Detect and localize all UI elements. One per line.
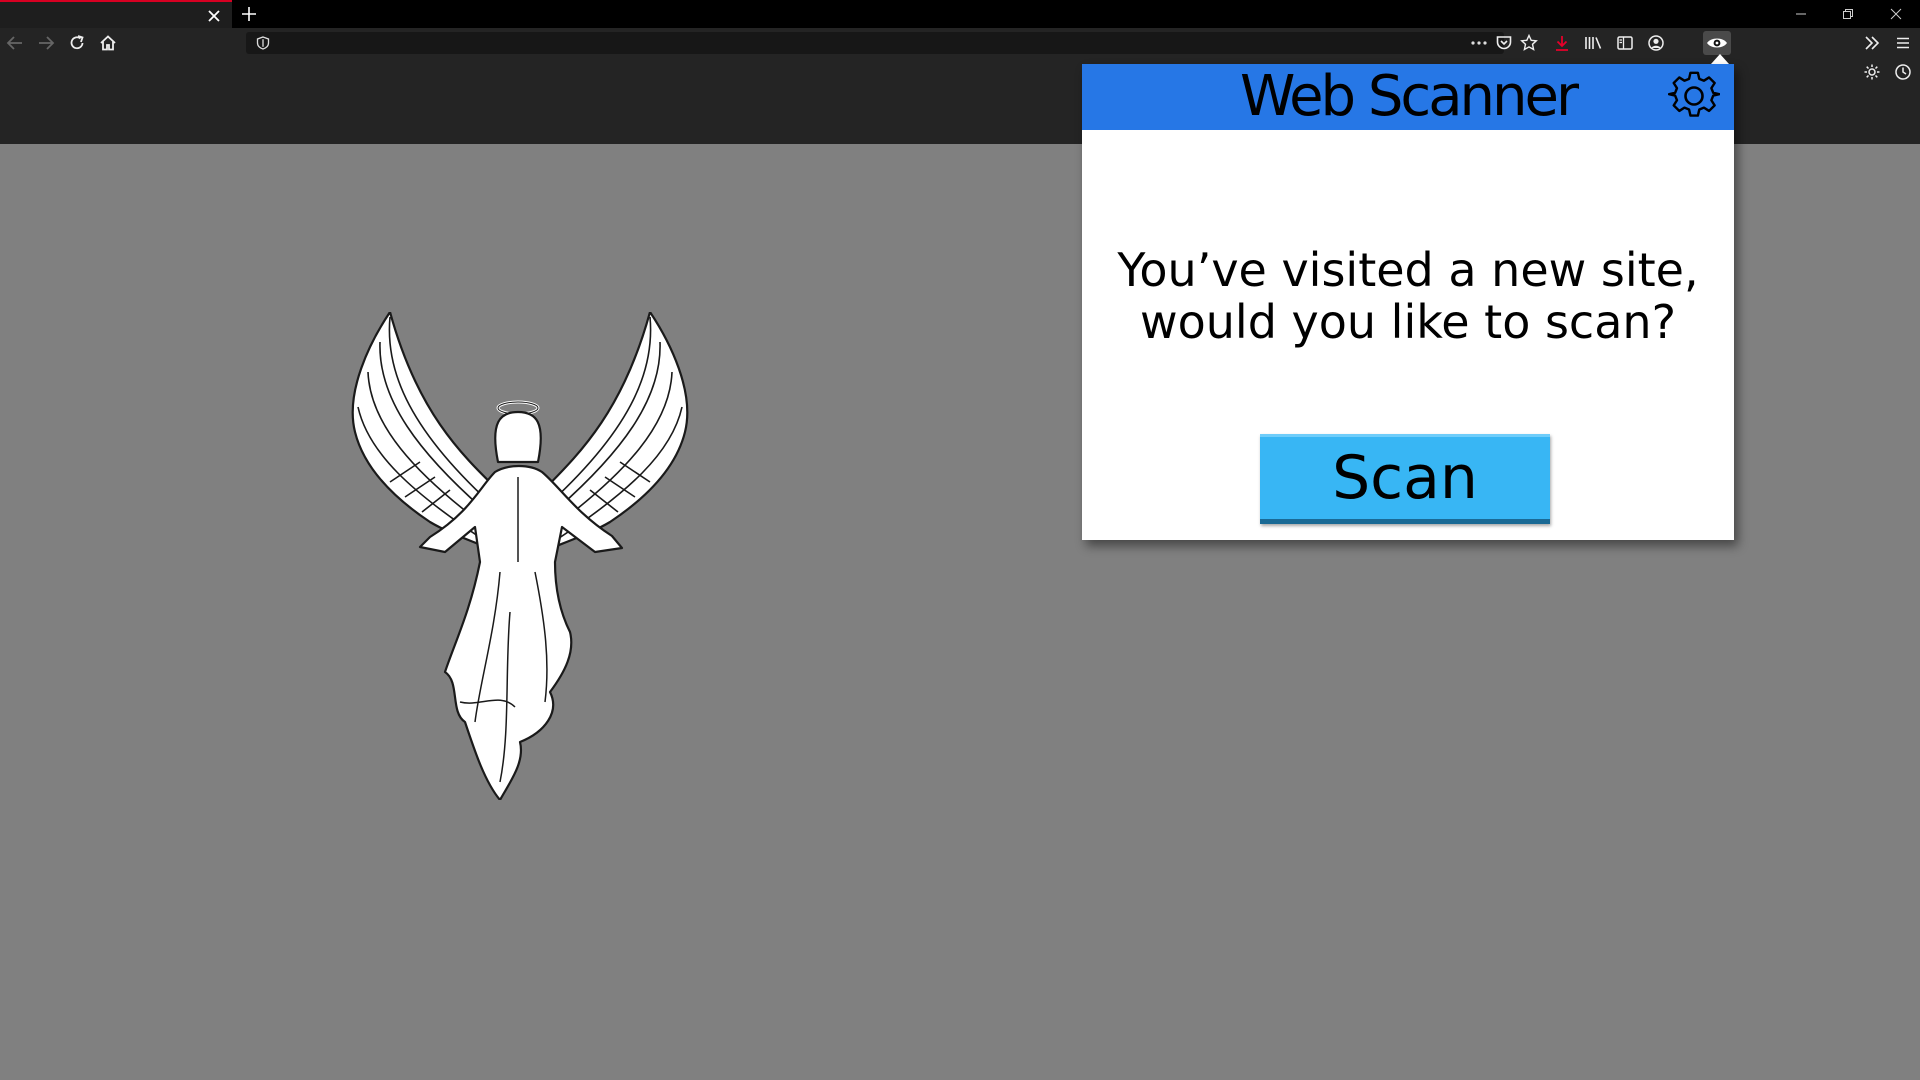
hamburger-menu-icon[interactable]	[1894, 34, 1912, 52]
popup-header: Web Scanner	[1082, 64, 1734, 130]
gear-icon[interactable]	[1668, 70, 1720, 122]
navigation-toolbar	[0, 28, 1920, 58]
arrow-right-icon	[39, 36, 55, 50]
tab-close-button[interactable]	[204, 6, 224, 26]
double-chevron-right-icon[interactable]	[1863, 34, 1881, 52]
download-icon[interactable]	[1553, 34, 1571, 52]
pocket-icon[interactable]	[1495, 34, 1513, 52]
extension-button[interactable]	[1703, 31, 1731, 55]
plus-icon	[242, 7, 256, 21]
eye-icon	[1707, 38, 1727, 48]
back-button[interactable]	[4, 32, 26, 54]
restore-button[interactable]	[1833, 2, 1863, 26]
popup-arrow	[1711, 54, 1729, 64]
new-tab-button[interactable]	[238, 3, 260, 25]
close-icon	[208, 10, 220, 22]
popup-title: Web Scanner	[1239, 64, 1579, 129]
forward-button[interactable]	[35, 32, 57, 54]
window-close-button[interactable]	[1881, 2, 1911, 26]
gear-icon[interactable]	[1863, 63, 1881, 81]
reload-icon	[70, 35, 84, 50]
account-icon[interactable]	[1647, 34, 1665, 52]
sidebar-icon[interactable]	[1616, 34, 1634, 52]
url-input[interactable]	[280, 34, 1444, 54]
shield-icon[interactable]	[256, 36, 270, 50]
browser-tab[interactable]	[0, 0, 232, 28]
scan-button[interactable]: Scan	[1260, 434, 1550, 524]
clock-icon[interactable]	[1894, 63, 1912, 81]
home-button[interactable]	[97, 32, 119, 54]
arrow-left-icon	[6, 36, 22, 50]
popup-message: You’ve visited a new site, would you lik…	[1117, 243, 1699, 349]
star-icon[interactable]	[1520, 34, 1538, 52]
restore-icon	[1843, 9, 1853, 19]
title-bar	[0, 0, 1920, 28]
reload-button[interactable]	[66, 32, 88, 54]
more-horizontal-icon[interactable]	[1470, 40, 1488, 46]
library-icon[interactable]	[1584, 34, 1604, 52]
minimize-button[interactable]	[1786, 2, 1816, 26]
minimize-icon	[1796, 13, 1806, 15]
home-icon	[100, 35, 116, 51]
web-scanner-popup: Web Scanner You’ve visited a new site, w…	[1082, 64, 1734, 540]
close-icon	[1890, 8, 1902, 20]
url-bar[interactable]	[246, 32, 1504, 54]
angel-illustration	[351, 312, 689, 800]
